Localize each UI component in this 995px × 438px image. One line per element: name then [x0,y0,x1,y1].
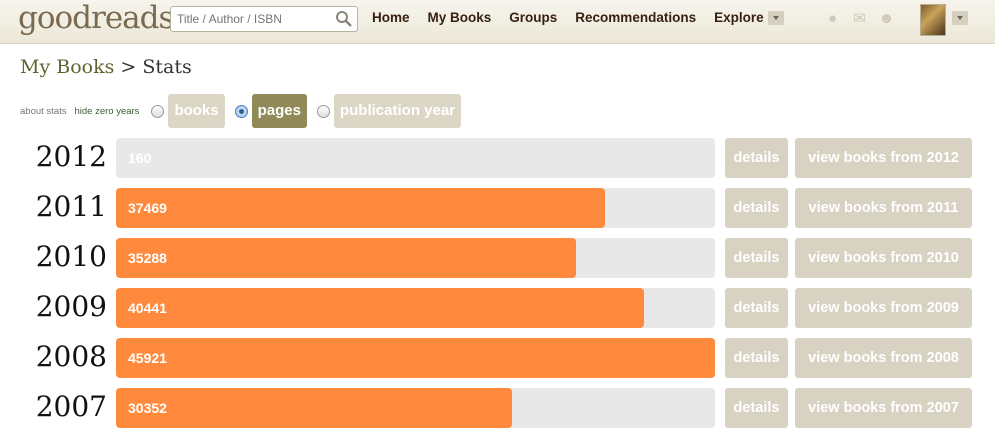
bar-fill [116,288,644,328]
view-books-button[interactable]: view books from 2011 [795,188,972,228]
view-books-button[interactable]: view books from 2008 [795,338,972,378]
bar-count: 35288 [128,250,167,266]
top-header: goodreads Home My Books Groups Recommend… [0,0,995,44]
bar-count: 37469 [128,200,167,216]
goodreads-logo[interactable]: goodreads [18,0,174,36]
view-books-button[interactable]: view books from 2010 [795,238,972,278]
stats-row: 2012 160 details view books from 2012 [0,138,995,178]
year-label: 2010 [35,240,107,273]
nav-explore[interactable]: Explore [714,10,784,25]
bar-count: 30352 [128,400,167,416]
search-input[interactable] [177,10,327,28]
details-button[interactable]: details [725,138,788,178]
stats-options: about stats hide zero years books pages … [20,94,467,128]
nav-my-books[interactable]: My Books [428,10,492,25]
details-button[interactable]: details [725,188,788,228]
bar-fill [116,388,512,428]
bar-fill [116,238,577,278]
radio-publication-year[interactable] [316,104,330,118]
search-box [170,6,358,32]
mode-publication-year-button[interactable]: publication year [333,94,462,128]
chevron-down-icon[interactable] [952,11,968,25]
view-books-button[interactable]: view books from 2012 [795,138,972,178]
view-books-button[interactable]: view books from 2007 [795,388,972,428]
stats-row: 2009 40441 details view books from 2009 [0,288,995,328]
view-books-button[interactable]: view books from 2009 [795,288,972,328]
year-label: 2009 [35,290,107,323]
header-icons: ● ✉ ☻ [824,10,895,27]
friends-icon[interactable]: ☻ [878,10,895,27]
radio-books[interactable] [151,104,165,118]
nav-home[interactable]: Home [372,10,410,25]
bar-track: 45921 [116,338,715,378]
radio-pages[interactable] [234,104,248,118]
bar-track: 30352 [116,388,715,428]
avatar[interactable] [920,4,946,36]
hide-zero-years-link[interactable]: hide zero years [74,106,139,117]
year-label: 2008 [35,340,107,373]
details-button[interactable]: details [725,338,788,378]
stats-row: 2007 30352 details view books from 2007 [0,388,995,428]
stats-row: 2011 37469 details view books from 2011 [0,188,995,228]
bar-count: 45921 [128,350,167,366]
bar-track: 35288 [116,238,715,278]
breadcrumb-separator: > [114,56,143,78]
notifications-icon[interactable]: ● [824,10,841,27]
year-label: 2012 [35,140,107,173]
messages-icon[interactable]: ✉ [851,10,868,27]
chevron-down-icon[interactable] [767,10,784,25]
mode-pages-button[interactable]: pages [251,94,307,128]
bar-fill [116,188,605,228]
nav-groups[interactable]: Groups [509,10,557,25]
details-button[interactable]: details [725,238,788,278]
bar-count: 40441 [128,300,167,316]
bar-track: 37469 [116,188,715,228]
mode-books-button[interactable]: books [168,94,225,128]
stats-row: 2010 35288 details view books from 2010 [0,238,995,278]
year-label: 2007 [35,390,107,423]
details-button[interactable]: details [725,288,788,328]
main-nav: Home My Books Groups Recommendations Exp… [372,10,802,25]
bar-count: 160 [128,150,152,166]
details-button[interactable]: details [725,388,788,428]
bar-track: 40441 [116,288,715,328]
search-icon[interactable] [335,10,353,28]
stats-row: 2008 45921 details view books from 2008 [0,338,995,378]
page-title: Stats [142,56,192,78]
nav-explore-label: Explore [714,10,764,25]
year-label: 2011 [35,190,107,223]
breadcrumb: My Books > Stats [20,56,192,78]
bar-track: 160 [116,138,715,178]
bar-fill [116,338,715,378]
nav-recommendations[interactable]: Recommendations [575,10,696,25]
breadcrumb-my-books[interactable]: My Books [20,56,114,78]
about-stats-link[interactable]: about stats [20,106,66,117]
